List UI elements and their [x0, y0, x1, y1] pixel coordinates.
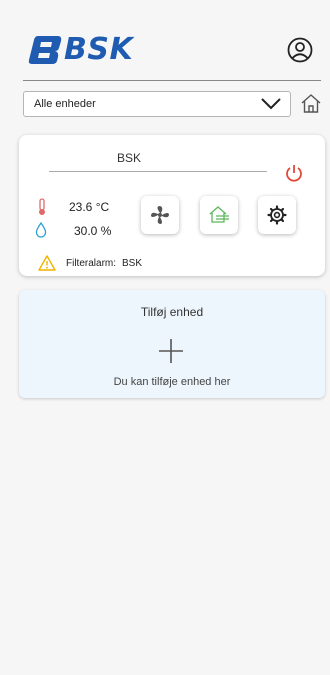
- filter-alarm-device: BSK: [122, 258, 143, 269]
- humidity-value: 30.0 %: [74, 224, 112, 238]
- brand-name: BSK: [64, 32, 134, 67]
- device-name-underline: [49, 171, 267, 172]
- settings-button[interactable]: [258, 196, 296, 234]
- header: BSK: [0, 0, 330, 80]
- fan-icon: [151, 206, 169, 224]
- temperature-value: 23.6 °C: [69, 200, 110, 214]
- chevron-down-icon[interactable]: [260, 96, 282, 112]
- device-name: BSK: [116, 151, 141, 165]
- thermometer-icon: [39, 198, 45, 215]
- plus-icon[interactable]: [158, 338, 184, 364]
- brand-logo: BSK: [28, 34, 133, 66]
- header-divider: [23, 80, 321, 81]
- warning-icon: [38, 255, 56, 271]
- gear-icon: [267, 205, 287, 225]
- home-icon[interactable]: [300, 92, 322, 114]
- bsk-logo-icon: [28, 36, 62, 64]
- add-device-title: Tilføj enhed: [140, 305, 204, 319]
- filter-alarm: Filteralarm: BSK: [66, 258, 142, 269]
- device-select-value: Alle enheder: [34, 98, 96, 110]
- add-device-card[interactable]: Tilføj enhed Du kan tilføje enhed her: [19, 290, 325, 398]
- fan-button[interactable]: [141, 196, 179, 234]
- house-ventilation-icon: [209, 206, 229, 223]
- power-icon[interactable]: [284, 163, 304, 183]
- add-device-subtitle: Du kan tilføje enhed her: [113, 376, 231, 388]
- account-icon[interactable]: [287, 37, 313, 63]
- device-select[interactable]: Alle enheder: [23, 91, 291, 117]
- humidity-drop-icon: [35, 222, 47, 238]
- filter-alarm-label: Filteralarm:: [66, 258, 117, 269]
- device-card[interactable]: BSK 23.6 °C 30.0 % Filteralarm: BSK: [19, 135, 325, 276]
- ventilation-button[interactable]: [200, 196, 238, 234]
